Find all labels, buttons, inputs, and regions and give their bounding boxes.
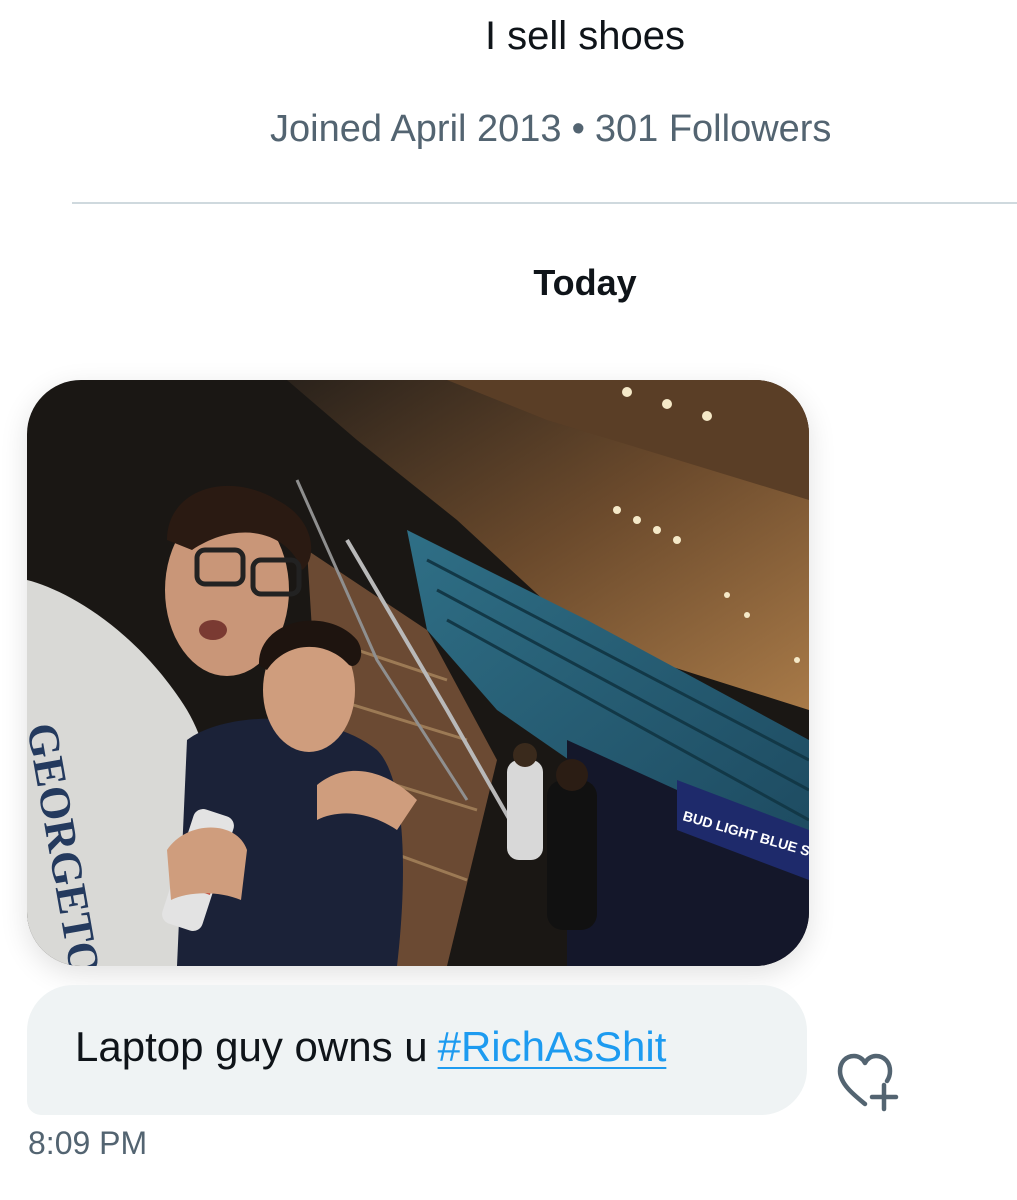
hashtag-link[interactable]: #RichAsShit: [438, 1023, 667, 1070]
profile-divider: [72, 202, 1017, 204]
message-photo[interactable]: BUD LIGHT BLUE SEATS GEORGETOWN: [27, 380, 809, 966]
date-separator: Today: [533, 262, 637, 303]
message-bubble[interactable]: Laptop guy owns u #RichAsShit: [27, 985, 807, 1115]
message-timestamp: 8:09 PM: [28, 1125, 148, 1161]
profile-meta: Joined April 2013 • 301 Followers: [270, 108, 831, 151]
joined-date: Joined April 2013: [270, 108, 562, 150]
arena-selfie-image: BUD LIGHT BLUE SEATS GEORGETOWN: [27, 380, 809, 966]
followers-count[interactable]: 301 Followers: [595, 108, 832, 150]
add-reaction-button[interactable]: [832, 1048, 908, 1112]
meta-separator: •: [571, 108, 585, 150]
heart-plus-icon: [837, 1053, 899, 1112]
message-text: Laptop guy owns u: [75, 1023, 428, 1070]
profile-bio: I sell shoes: [484, 14, 686, 58]
